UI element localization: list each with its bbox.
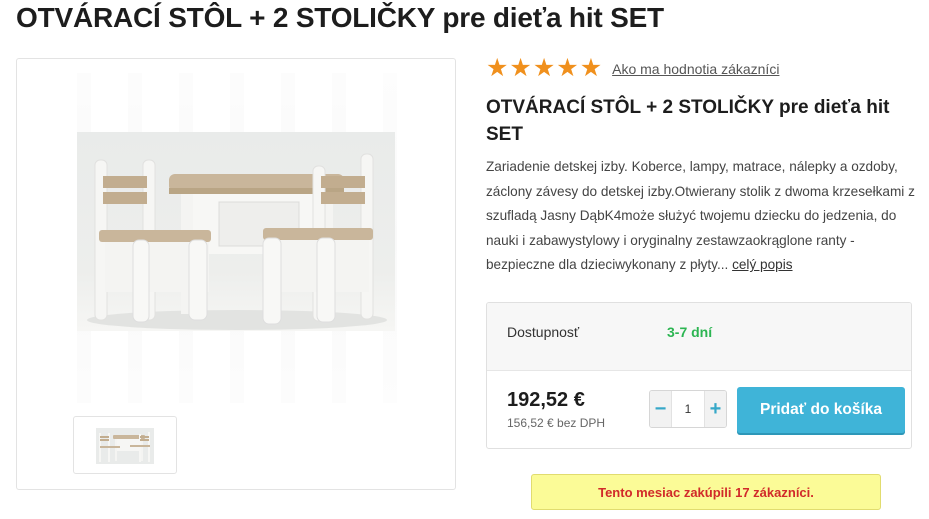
star-icon: ★	[556, 54, 579, 82]
product-rating: ★ ★ ★ ★ ★ Ako ma hodnotia zákazníci	[486, 56, 779, 81]
product-gallery	[16, 58, 456, 490]
availability-row: Dostupnosť 3-7 dní	[487, 303, 911, 371]
star-icon: ★	[579, 54, 603, 82]
table-with-chairs-photo	[87, 153, 387, 330]
reviews-link[interactable]: Ako ma hodnotia zákazníci	[612, 61, 779, 77]
star-icon: ★	[486, 54, 509, 82]
availability-value: 3-7 dní	[667, 324, 713, 340]
table-with-chairs-thumbnail-icon	[99, 432, 150, 462]
product-description: Zariadenie detskej izby. Koberce, lampy,…	[486, 155, 918, 278]
add-to-cart-button[interactable]: Pridať do košíka	[737, 387, 905, 433]
gallery-thumbnail[interactable]	[73, 416, 177, 474]
quantity-increase-button[interactable]: +	[705, 391, 726, 427]
page-title: OTVÁRACÍ STÔL + 2 STOLIČKY pre dieťa hit…	[16, 2, 664, 33]
description-text: Zariadenie detskej izby. Koberce, lampy,…	[486, 159, 915, 272]
quantity-decrease-button[interactable]: −	[650, 391, 671, 427]
main-product-image[interactable]	[77, 132, 395, 331]
buy-box: Dostupnosť 3-7 dní 192,52 € 156,52 € bez…	[486, 302, 912, 449]
product-name: OTVÁRACÍ STÔL + 2 STOLIČKY pre dieťa hit…	[486, 97, 890, 145]
price-without-vat: 156,52 € bez DPH	[507, 416, 606, 430]
purchase-count-notice: Tento mesiac zakúpili 17 zákazníci.	[531, 474, 881, 510]
full-description-link[interactable]: celý popis	[732, 257, 792, 272]
availability-label: Dostupnosť	[507, 324, 580, 340]
star-icon: ★	[532, 54, 556, 82]
quantity-input[interactable]	[671, 391, 705, 427]
thumbnail-image	[96, 428, 154, 464]
quantity-stepper: − +	[649, 390, 727, 428]
price: 192,52 €	[507, 389, 585, 411]
star-icon: ★	[509, 54, 532, 82]
